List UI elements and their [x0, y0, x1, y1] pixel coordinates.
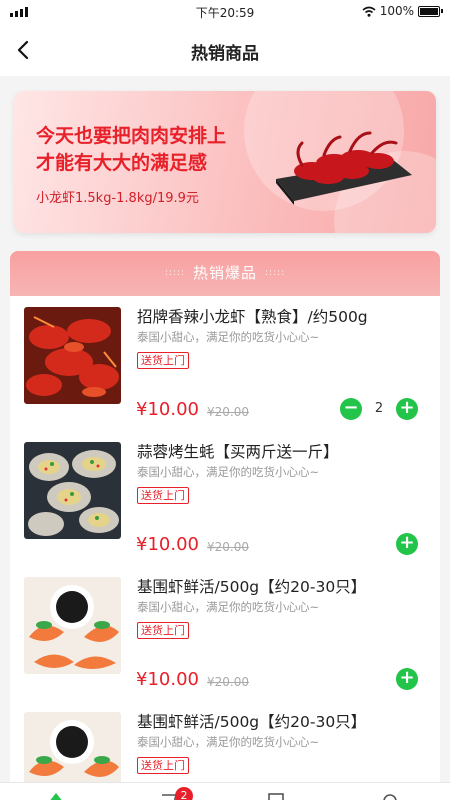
add-to-cart-button[interactable]: +	[396, 533, 418, 555]
delivery-tag: 送货上门	[137, 622, 189, 639]
bottom-tab-bar	[0, 782, 450, 800]
section-title: 热销爆品	[192, 264, 257, 282]
product-item[interactable]: 基围虾鲜活/500g【约20-30只】 泰国小甜心，满足你的吃货小心心~ 送货上…	[10, 569, 440, 704]
quantity-value: 2	[374, 401, 384, 416]
product-desc: 泰国小甜心，满足你的吃货小心心~	[137, 600, 320, 614]
hot-products-panel: ::::: 热销爆品::::: 招牌香辣小龙虾【熟食】/约500g 泰国小甜心，满…	[10, 251, 440, 791]
home-tab-icon[interactable]	[46, 789, 66, 800]
product-item[interactable]: 招牌香辣小龙虾【熟食】/约500g 泰国小甜心，满足你的吃货小心心~ 送货上门 …	[10, 299, 440, 434]
delivery-tag: 送货上门	[137, 487, 189, 504]
wifi-icon	[362, 6, 376, 17]
product-desc: 泰国小甜心，满足你的吃货小心心~	[137, 465, 320, 479]
section-header: ::::: 热销爆品:::::	[10, 251, 440, 296]
product-image-crayfish	[24, 307, 121, 404]
product-name[interactable]: 基围虾鲜活/500g【约20-30只】	[137, 575, 366, 597]
product-name[interactable]: 招牌香辣小龙虾【熟食】/约500g	[137, 305, 368, 327]
product-name[interactable]: 基围虾鲜活/500g【约20-30只】	[137, 710, 366, 732]
status-bar: 下午20:59 100%	[0, 0, 450, 24]
product-price: ¥10.00	[136, 399, 199, 420]
product-price: ¥10.00	[136, 534, 199, 555]
product-image-shrimp	[24, 712, 121, 791]
orders-tab-icon[interactable]	[266, 789, 286, 800]
promo-banner[interactable]: 今天也要把肉肉安排上 才能有大大的满足感 小龙虾1.5kg-1.8kg/19.9…	[14, 91, 436, 233]
battery-percent: 100%	[379, 4, 414, 18]
battery-icon	[418, 5, 443, 17]
crayfish-platter-image	[276, 131, 412, 205]
delivery-tag: 送货上门	[137, 352, 189, 369]
product-name[interactable]: 蒜蓉烤生蚝【买两斤送一斤】	[137, 440, 339, 462]
product-image-oyster	[24, 442, 121, 539]
profile-tab-icon[interactable]	[380, 789, 400, 800]
product-desc: 泰国小甜心，满足你的吃货小心心~	[137, 735, 320, 749]
increase-qty-button[interactable]: +	[396, 398, 418, 420]
banner-subtitle: 小龙虾1.5kg-1.8kg/19.9元	[36, 191, 199, 206]
product-old-price: ¥20.00	[207, 405, 249, 419]
product-desc: 泰国小甜心，满足你的吃货小心心~	[137, 330, 320, 344]
product-item[interactable]: 蒜蓉烤生蚝【买两斤送一斤】 泰国小甜心，满足你的吃货小心心~ 送货上门 ¥10.…	[10, 434, 440, 569]
product-image-shrimp	[24, 577, 121, 674]
banner-headline: 今天也要把肉肉安排上 才能有大大的满足感	[36, 125, 227, 174]
decrease-qty-button[interactable]: −	[340, 398, 362, 420]
product-old-price: ¥20.00	[207, 540, 249, 554]
nav-bar: 热销商品	[0, 24, 450, 76]
product-old-price: ¥20.00	[207, 675, 249, 689]
add-to-cart-button[interactable]: +	[396, 668, 418, 690]
delivery-tag: 送货上门	[137, 757, 189, 774]
page-title: 热销商品	[191, 44, 259, 64]
cart-badge: 2	[175, 787, 193, 800]
product-item[interactable]: 基围虾鲜活/500g【约20-30只】 泰国小甜心，满足你的吃货小心心~ 送货上…	[10, 704, 440, 791]
product-price: ¥10.00	[136, 669, 199, 690]
